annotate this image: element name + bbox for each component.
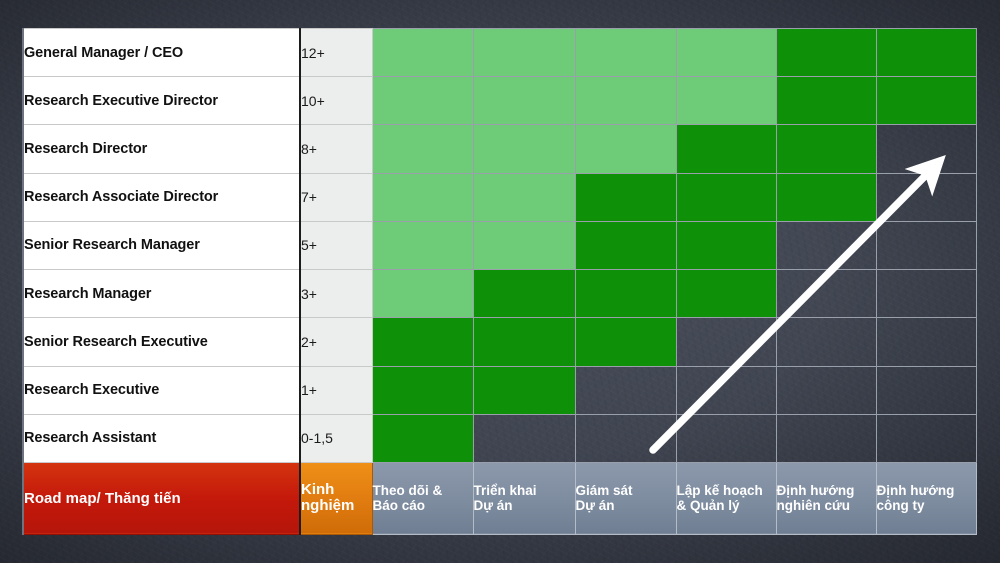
column-header-0: Theo dõi & Báo cáo	[371, 461, 474, 535]
experience-years: 10+	[299, 76, 373, 126]
experience-years: 0-1,5	[299, 413, 373, 463]
column-header-3: Lập kế hoạch & Quản lý	[675, 461, 777, 535]
competency-cell	[675, 317, 777, 367]
column-header-5: Định hướng công ty	[875, 461, 977, 535]
competency-cell	[875, 76, 977, 126]
competency-cell	[775, 413, 877, 463]
competency-cell	[574, 76, 677, 126]
experience-years: 12+	[299, 27, 373, 78]
competency-cell	[875, 124, 977, 174]
role-label: Senior Research Manager	[22, 220, 301, 271]
competency-cell	[574, 413, 677, 463]
experience-years: 5+	[299, 220, 373, 271]
role-label: Research Executive Director	[22, 76, 301, 126]
competency-cell	[775, 269, 877, 319]
competency-cell	[875, 269, 977, 319]
table-row: Research Assistant 0-1,5	[22, 413, 977, 463]
competency-cell	[371, 365, 474, 415]
competency-cell	[775, 27, 877, 78]
role-label: Senior Research Executive	[22, 317, 301, 367]
experience-years: 1+	[299, 365, 373, 415]
competency-cell	[371, 269, 474, 319]
competency-cell	[775, 317, 877, 367]
role-label: Research Associate Director	[22, 172, 301, 222]
competency-cell	[472, 269, 576, 319]
competency-cell	[574, 27, 677, 78]
competency-cell	[371, 76, 474, 126]
table-row: General Manager / CEO 12+	[22, 27, 977, 78]
competency-cell	[675, 269, 777, 319]
experience-years: 3+	[299, 269, 373, 319]
competency-cell	[775, 76, 877, 126]
table-row: Research Executive Director 10+	[22, 76, 977, 126]
competency-cell	[675, 220, 777, 271]
competency-cell	[472, 172, 576, 222]
competency-cell	[675, 76, 777, 126]
experience-header-cell: Kinh nghiệm	[299, 461, 373, 535]
roadmap-table: General Manager / CEO 12+ Research Executi…	[22, 27, 977, 535]
competency-cell	[775, 365, 877, 415]
column-header-row: Road map/ Thăng tiến Kinh nghiệm Theo dõi …	[22, 461, 977, 535]
competency-cell	[875, 220, 977, 271]
experience-years: 7+	[299, 172, 373, 222]
competency-cell	[675, 27, 777, 78]
column-header-1: Triển khai Dự án	[472, 461, 576, 535]
career-roadmap-matrix: General Manager / CEO 12+ Research Executi…	[22, 27, 977, 535]
role-label: Research Manager	[22, 269, 301, 319]
column-header-4: Định hướng nghiên cứu	[775, 461, 877, 535]
competency-cell	[472, 220, 576, 271]
roadmap-title-cell: Road map/ Thăng tiến	[22, 461, 301, 535]
competency-cell	[371, 413, 474, 463]
table-row: Senior Research Executive 2+	[22, 317, 977, 367]
table-row: Research Associate Director 7+	[22, 172, 977, 222]
competency-cell	[675, 124, 777, 174]
competency-cell	[574, 365, 677, 415]
competency-cell	[675, 365, 777, 415]
slide-canvas: General Manager / CEO 12+ Research Executi…	[0, 0, 1000, 563]
competency-cell	[472, 124, 576, 174]
competency-cell	[472, 76, 576, 126]
role-label: Research Assistant	[22, 413, 301, 463]
competency-cell	[675, 413, 777, 463]
competency-cell	[875, 172, 977, 222]
competency-cell	[574, 269, 677, 319]
role-label: Research Executive	[22, 365, 301, 415]
competency-cell	[775, 172, 877, 222]
column-header-2: Giám sát Dự án	[574, 461, 677, 535]
competency-cell	[371, 124, 474, 174]
table-row: Senior Research Manager 5+	[22, 220, 977, 271]
table-row: Research Director 8+	[22, 124, 977, 174]
role-label: General Manager / CEO	[22, 27, 301, 78]
competency-cell	[875, 365, 977, 415]
roadmap-rows: General Manager / CEO 12+ Research Executi…	[22, 27, 977, 535]
competency-cell	[675, 172, 777, 222]
competency-cell	[775, 220, 877, 271]
competency-cell	[472, 27, 576, 78]
competency-cell	[574, 124, 677, 174]
competency-cell	[574, 220, 677, 271]
competency-cell	[371, 172, 474, 222]
competency-cell	[875, 317, 977, 367]
competency-cell	[574, 317, 677, 367]
competency-cell	[472, 317, 576, 367]
competency-cell	[371, 317, 474, 367]
competency-cell	[775, 124, 877, 174]
table-row: Research Manager 3+	[22, 269, 977, 319]
competency-cell	[371, 220, 474, 271]
competency-cell	[371, 27, 474, 78]
competency-cell	[574, 172, 677, 222]
competency-cell	[472, 365, 576, 415]
table-row: Research Executive 1+	[22, 365, 977, 415]
competency-cell	[875, 413, 977, 463]
experience-years: 8+	[299, 124, 373, 174]
competency-cell	[472, 413, 576, 463]
experience-years: 2+	[299, 317, 373, 367]
role-label: Research Director	[22, 124, 301, 174]
competency-cell	[875, 27, 977, 78]
